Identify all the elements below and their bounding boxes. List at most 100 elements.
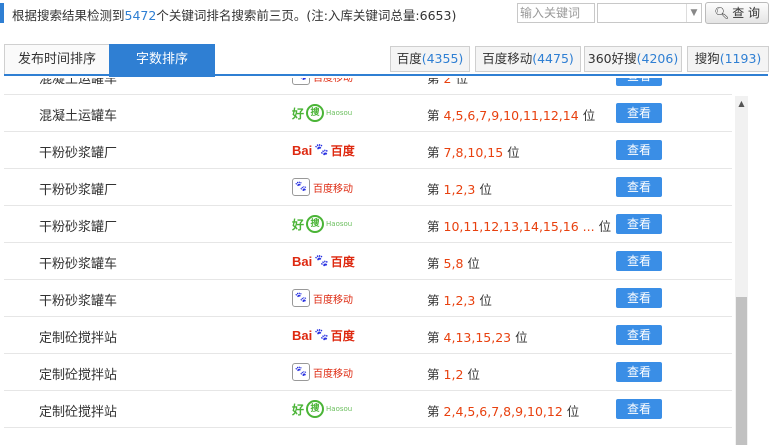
tab-engine-360[interactable]: 360好搜(4206) xyxy=(584,46,682,72)
paw-icon: 🐾︎ xyxy=(313,327,330,343)
baidu-mobile-logo-icon: 🐾︎百度移动 xyxy=(292,78,353,87)
tab-engine-count: (1193) xyxy=(719,51,762,66)
rank-info: 第2位 xyxy=(427,78,468,87)
logo-text: Bai xyxy=(292,142,313,158)
rank-prefix: 第 xyxy=(427,293,440,308)
rank-positions: 2 xyxy=(443,78,452,86)
engine-select[interactable]: ▼ xyxy=(597,3,702,23)
keyword-text: 定制砼搅拌站 xyxy=(39,331,118,346)
summary-accent xyxy=(0,3,4,23)
logo-text: 搜 xyxy=(306,215,325,233)
summary-text: 根据搜索结果检测到5472个关键词排名搜索前三页。(注:入库关键词总量:6653… xyxy=(12,5,456,24)
paw-icon: 🐾︎ xyxy=(292,363,310,381)
rank-suffix: 位 xyxy=(598,219,612,234)
baidu-logo-icon: Bai 🐾︎ 百度 xyxy=(292,139,355,161)
rank-positions: 1,2 xyxy=(443,367,464,382)
logo-text: Haosou xyxy=(326,405,353,413)
paw-icon: 🐾︎ xyxy=(313,142,330,158)
tab-sort-by-length[interactable]: 字数排序 xyxy=(109,44,215,77)
view-button[interactable]: 查看 xyxy=(616,325,662,345)
keyword-text: 定制砼搅拌站 xyxy=(39,405,118,420)
rank-positions: 7,8,10,15 xyxy=(443,145,504,160)
rank-prefix: 第 xyxy=(427,219,440,234)
keyword-text: 干粉砂浆罐车 xyxy=(39,294,118,309)
rank-positions: 2,4,5,6,7,8,9,10,12 xyxy=(443,404,563,419)
keyword-count: 5472 xyxy=(124,8,157,23)
tab-engine-count: (4206) xyxy=(636,51,679,66)
tabs-underline xyxy=(4,74,768,76)
rank-suffix: 位 xyxy=(479,293,492,308)
view-button[interactable]: 查看 xyxy=(616,103,662,123)
keyword-text: 干粉砂浆罐厂 xyxy=(39,146,118,161)
rank-positions: 1,2,3 xyxy=(443,182,476,197)
rank-suffix: 位 xyxy=(566,404,580,419)
view-button[interactable]: 查看 xyxy=(616,399,662,419)
rank-info: 第 1,2,3 位 xyxy=(427,179,492,198)
paw-icon: 🐾︎ xyxy=(313,253,330,269)
haosou-logo-icon: 好搜 Haosou xyxy=(292,213,352,235)
view-button[interactable]: 查看 xyxy=(616,288,662,308)
logo-text: 百度移动 xyxy=(313,183,353,195)
haosou-logo-icon: 好搜 Haosou xyxy=(292,102,352,124)
baidu-mobile-logo-icon: 🐾︎百度移动 xyxy=(292,287,353,309)
query-button[interactable]: 🔍︎ 查 询 xyxy=(705,2,769,24)
tab-sort-by-time[interactable]: 发布时间排序 xyxy=(4,44,110,75)
rank-info: 第 10,11,12,13,14,15,16 ... 位 xyxy=(427,216,611,235)
tab-engine-count: (4355) xyxy=(421,51,464,66)
tab-engine-sogou[interactable]: 搜狗(1193) xyxy=(687,46,769,72)
ranking-list: 混凝土运罐车🐾︎百度移动第2位查看混凝土运罐车好搜Haosou第4,5,6,7,… xyxy=(4,78,732,445)
summary-bar: 根据搜索结果检测到5472个关键词排名搜索前三页。(注:入库关键词总量:6653… xyxy=(0,0,772,28)
rank-suffix: 位 xyxy=(479,182,492,197)
logo-text: 搜 xyxy=(306,104,325,122)
list-scrollbar[interactable]: ▲ xyxy=(735,96,748,445)
logo-text: 好 xyxy=(292,402,305,417)
view-button[interactable]: 查看 xyxy=(616,214,662,234)
rank-prefix: 第 xyxy=(427,404,440,419)
logo-text: 好 xyxy=(292,106,305,121)
tabs-bar: 发布时间排序 字数排序 百度(4355) 百度移动(4475) 360好搜(42… xyxy=(0,44,772,77)
table-row: 定制砼搅拌站 Bai 🐾︎ 百度 第 4,13,15,23 位 查看 xyxy=(4,317,732,354)
logo-text: Haosou xyxy=(326,220,353,228)
tab-engine-name: 百度 xyxy=(396,51,422,66)
query-button-label: 查 询 xyxy=(732,6,761,20)
rank-suffix: 位 xyxy=(467,256,480,271)
summary-prefix: 根据搜索结果检测到 xyxy=(12,8,125,23)
rank-prefix: 第 xyxy=(427,108,440,123)
rank-suffix: 位 xyxy=(507,145,520,160)
table-row: 干粉砂浆罐厂 好搜 Haosou 第 10,11,12,13,14,15,16 ... 位… xyxy=(4,206,732,243)
tab-engine-count: (4475) xyxy=(532,51,574,66)
view-button[interactable]: 查看 xyxy=(616,251,662,271)
baidu-mobile-logo-icon: 🐾︎百度移动 xyxy=(292,176,353,198)
logo-text: 百度移动 xyxy=(313,368,353,380)
view-button[interactable]: 查看 xyxy=(616,78,662,86)
table-row: 干粉砂浆罐车 Bai 🐾︎ 百度 第 5,8 位 查看 xyxy=(4,243,732,280)
logo-text: 好 xyxy=(292,217,305,232)
table-row: 干粉砂浆罐厂 🐾︎ 百度移动 第 1,2,3 位 查看 xyxy=(4,169,732,206)
keyword-text: 混凝土运罐车 xyxy=(39,78,118,87)
scroll-up-icon[interactable]: ▲ xyxy=(735,98,748,110)
rank-positions: 10,11,12,13,14,15,16 ... xyxy=(443,219,595,234)
paw-icon: 🐾︎ xyxy=(292,289,310,307)
baidu-logo-icon: Bai 🐾︎ 百度 xyxy=(292,250,355,272)
scrollbar-thumb[interactable] xyxy=(736,297,747,445)
tab-engine-baidu-mobile[interactable]: 百度移动(4475) xyxy=(475,46,581,72)
baidu-logo-icon: Bai 🐾︎ 百度 xyxy=(292,324,355,346)
rank-info: 第 2,4,5,6,7,8,9,10,12 位 xyxy=(427,401,579,420)
logo-text: 搜 xyxy=(306,400,325,418)
keyword-text: 干粉砂浆罐厂 xyxy=(39,220,118,235)
chevron-down-icon[interactable]: ▼ xyxy=(686,4,701,22)
view-button[interactable]: 查看 xyxy=(616,177,662,197)
tab-engine-name: 360好搜 xyxy=(587,51,637,66)
view-button[interactable]: 查看 xyxy=(616,140,662,160)
table-row: 定制砼搅拌站 好搜 Haosou 第 2,4,5,6,7,8,9,10,12 位 查看 xyxy=(4,391,732,428)
keyword-search-input[interactable] xyxy=(517,3,595,23)
paw-icon: 🐾︎ xyxy=(292,178,310,196)
rank-prefix: 第 xyxy=(427,330,440,345)
rank-prefix: 第 xyxy=(427,78,440,86)
rank-prefix: 第 xyxy=(427,182,440,197)
rank-info: 第 5,8 位 xyxy=(427,253,480,272)
tab-engine-baidu[interactable]: 百度(4355) xyxy=(390,46,470,72)
view-button[interactable]: 查看 xyxy=(616,362,662,382)
logo-text: Bai xyxy=(292,253,313,269)
rank-positions: 4,5,6,7,9,10,11,12,14 xyxy=(443,108,579,123)
